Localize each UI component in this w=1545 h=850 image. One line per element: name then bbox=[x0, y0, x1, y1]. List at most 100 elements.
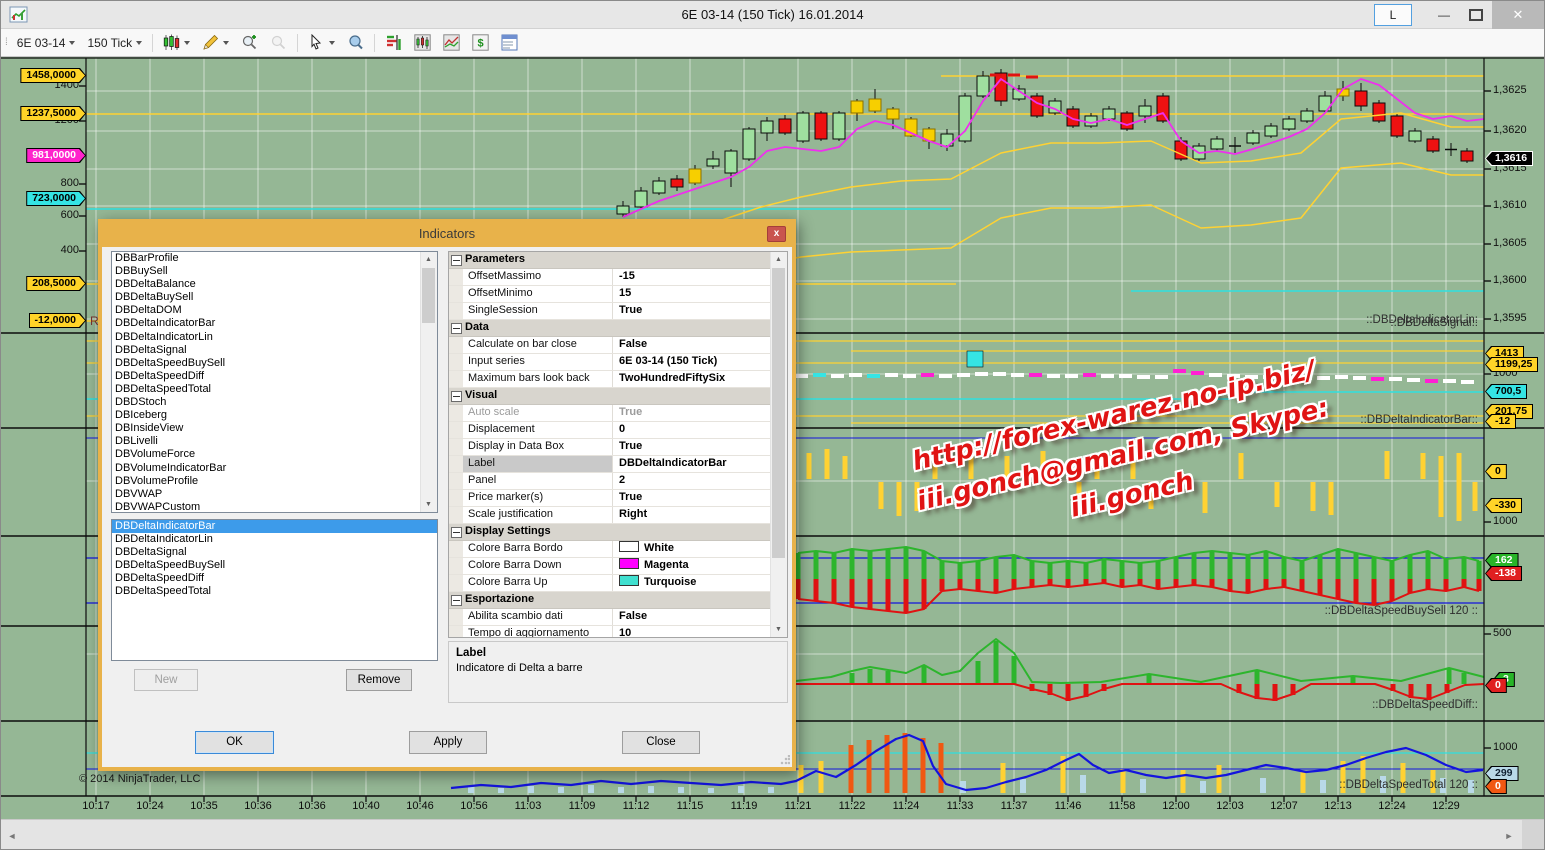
indicator-item[interactable]: DBBarProfile bbox=[112, 252, 421, 265]
scroll-left-button[interactable]: ◄ bbox=[1, 820, 23, 850]
available-indicators-list[interactable]: DBBarProfileDBBuySellDBDeltaBalanceDBDel… bbox=[111, 251, 438, 513]
collapse-icon[interactable] bbox=[451, 255, 462, 266]
indicator-item[interactable]: DBDeltaBalance bbox=[112, 278, 421, 291]
zoom-in-button[interactable] bbox=[236, 31, 263, 55]
zoom-out-icon bbox=[270, 34, 287, 51]
axis-tick-label: 1,3610 bbox=[1493, 199, 1527, 211]
title-bar[interactable]: 6E 03-14 (150 Tick) 16.01.2014 L — ✕ bbox=[1, 1, 1544, 29]
minimize-button[interactable]: — bbox=[1428, 2, 1460, 28]
dialog-close-button[interactable]: x bbox=[767, 226, 786, 242]
cursor-dropdown[interactable] bbox=[303, 31, 340, 55]
property-value[interactable]: True bbox=[613, 439, 771, 455]
scroll-down-icon[interactable]: ▼ bbox=[421, 497, 436, 512]
time-label: 12:00 bbox=[1154, 800, 1198, 812]
list-scrollbar[interactable]: ▲ ▼ bbox=[420, 252, 437, 512]
account-button[interactable]: $ bbox=[467, 31, 494, 55]
indicator-item[interactable]: DBDeltaSpeedBuySell bbox=[112, 357, 421, 370]
indicator-item[interactable]: DBDStoch bbox=[112, 396, 421, 409]
scrollbar-thumb[interactable] bbox=[422, 268, 435, 323]
property-value[interactable]: DBDeltaIndicatorBar bbox=[613, 456, 771, 472]
property-category[interactable]: Display Settings bbox=[449, 524, 771, 541]
property-category[interactable]: Esportazione bbox=[449, 592, 771, 609]
axis-tick-label: 1,3600 bbox=[1493, 274, 1527, 286]
collapse-icon[interactable] bbox=[451, 527, 462, 538]
link-button[interactable]: L bbox=[1374, 4, 1412, 26]
property-value[interactable]: 2 bbox=[613, 473, 771, 489]
indicator-item[interactable]: DBIceberg bbox=[112, 409, 421, 422]
property-value[interactable]: 0 bbox=[613, 422, 771, 438]
collapse-icon[interactable] bbox=[451, 595, 462, 606]
indicator-item[interactable]: DBDeltaSpeedTotal bbox=[112, 383, 421, 396]
property-value[interactable]: White bbox=[613, 541, 771, 557]
property-value[interactable]: 6E 03-14 (150 Tick) bbox=[613, 354, 771, 370]
property-category[interactable]: Data bbox=[449, 320, 771, 337]
property-value[interactable]: 15 bbox=[613, 286, 771, 302]
drawing-tools-dropdown[interactable] bbox=[197, 31, 234, 55]
scrollbar-thumb[interactable] bbox=[772, 268, 785, 558]
indicator-item[interactable]: DBInsideView bbox=[112, 422, 421, 435]
property-value[interactable]: Right bbox=[613, 507, 771, 523]
collapse-icon[interactable] bbox=[451, 323, 462, 334]
indicator-item[interactable]: DBDeltaSpeedDiff bbox=[112, 572, 437, 585]
new-button[interactable]: New bbox=[134, 669, 198, 691]
data-grid-button[interactable] bbox=[496, 31, 523, 55]
property-value[interactable]: False bbox=[613, 337, 771, 353]
resize-grip[interactable] bbox=[780, 755, 790, 765]
property-value[interactable]: 10 bbox=[613, 626, 771, 637]
indicator-item[interactable]: DBDeltaIndicatorLin bbox=[112, 331, 421, 344]
period-dropdown[interactable]: 150 Tick bbox=[82, 31, 147, 55]
property-value[interactable]: True bbox=[613, 490, 771, 506]
property-row: OffsetMassimo-15 bbox=[449, 269, 771, 286]
ok-button[interactable]: OK bbox=[195, 731, 274, 754]
property-value[interactable]: TwoHundredFiftySix bbox=[613, 371, 771, 387]
chart-trader-button[interactable] bbox=[409, 31, 436, 55]
property-value[interactable]: True bbox=[613, 303, 771, 319]
property-value[interactable]: Magenta bbox=[613, 558, 771, 574]
toolbar-grip[interactable]: ⁞ bbox=[5, 37, 7, 48]
collapse-icon[interactable] bbox=[451, 391, 462, 402]
indicators-button[interactable] bbox=[380, 31, 407, 55]
indicator-item[interactable]: DBDeltaSpeedDiff bbox=[112, 370, 421, 383]
zoom-out-button[interactable] bbox=[265, 31, 292, 55]
scroll-down-icon[interactable]: ▼ bbox=[771, 622, 786, 637]
property-value[interactable]: True bbox=[613, 405, 771, 421]
scroll-right-button[interactable]: ► bbox=[1498, 820, 1520, 850]
indicator-item[interactable]: DBVolumeProfile bbox=[112, 475, 421, 488]
indicator-item[interactable]: DBDeltaDOM bbox=[112, 304, 421, 317]
indicator-item[interactable]: DBDeltaSignal bbox=[112, 344, 421, 357]
indicator-item[interactable]: DBDeltaIndicatorBar bbox=[112, 317, 421, 330]
scroll-up-icon[interactable]: ▲ bbox=[421, 252, 436, 267]
dialog-title-bar[interactable]: Indicators x bbox=[102, 223, 792, 247]
maximize-button[interactable] bbox=[1460, 2, 1492, 28]
property-grid-scrollbar[interactable]: ▲ ▼ bbox=[770, 252, 787, 637]
horizontal-scrollbar[interactable]: ◄ ► bbox=[1, 819, 1545, 850]
scroll-up-icon[interactable]: ▲ bbox=[771, 252, 786, 267]
property-category[interactable]: Visual bbox=[449, 388, 771, 405]
indicator-item[interactable]: DBVolumeForce bbox=[112, 448, 421, 461]
indicator-item[interactable]: DBDeltaIndicatorBar bbox=[112, 520, 437, 533]
property-value[interactable]: -15 bbox=[613, 269, 771, 285]
close-button[interactable]: ✕ bbox=[1492, 1, 1544, 29]
indicator-item[interactable]: DBLivelli bbox=[112, 435, 421, 448]
apply-button[interactable]: Apply bbox=[409, 731, 487, 754]
chart-style-dropdown[interactable] bbox=[158, 31, 195, 55]
indicator-item[interactable]: DBDeltaSpeedBuySell bbox=[112, 559, 437, 572]
indicator-item[interactable]: DBDeltaIndicatorLin bbox=[112, 533, 437, 546]
selected-indicators-list[interactable]: DBDeltaIndicatorBarDBDeltaIndicatorLinDB… bbox=[111, 519, 438, 661]
data-box-button[interactable] bbox=[342, 31, 369, 55]
indicator-item[interactable]: DBVWAP bbox=[112, 488, 421, 501]
indicator-item[interactable]: DBVWAPCustom bbox=[112, 501, 421, 512]
indicator-item[interactable]: DBVolumeIndicatorBar bbox=[112, 462, 421, 475]
remove-button[interactable]: Remove bbox=[346, 669, 412, 691]
indicator-item[interactable]: DBBuySell bbox=[112, 265, 421, 278]
property-value[interactable]: Turquoise bbox=[613, 575, 771, 591]
property-value[interactable]: False bbox=[613, 609, 771, 625]
close-dialog-button[interactable]: Close bbox=[622, 731, 700, 754]
time-label: 12:03 bbox=[1208, 800, 1252, 812]
indicator-item[interactable]: DBDeltaBuySell bbox=[112, 291, 421, 304]
property-category[interactable]: Parameters bbox=[449, 252, 771, 269]
indicator-item[interactable]: DBDeltaSpeedTotal bbox=[112, 585, 437, 598]
indicator-item[interactable]: DBDeltaSignal bbox=[112, 546, 437, 559]
chart-overlay-button[interactable] bbox=[438, 31, 465, 55]
instrument-dropdown[interactable]: 6E 03-14 bbox=[12, 31, 81, 55]
